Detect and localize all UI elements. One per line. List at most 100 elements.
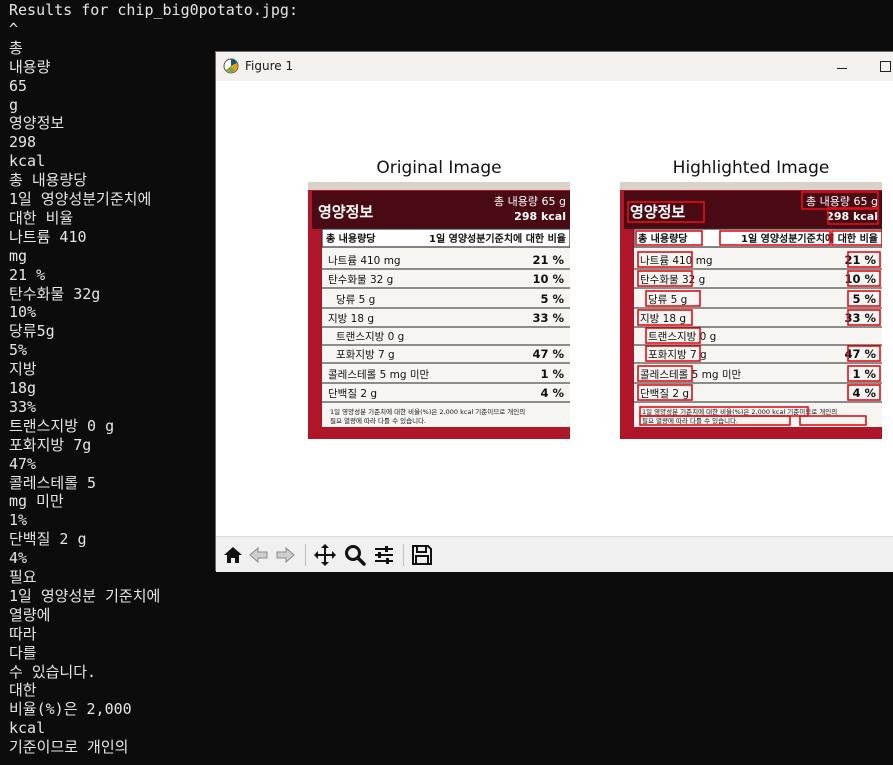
- terminal-line: 1%: [9, 511, 28, 530]
- terminal-line: 내용량: [9, 57, 51, 76]
- original-image-title: Original Image: [376, 158, 502, 178]
- terminal-line: 탄수화물 32g: [9, 284, 101, 303]
- label-footnote-2: 필요 열량에 따라 다를 수 있습니다.: [642, 416, 738, 425]
- terminal-line: 다를: [9, 643, 37, 662]
- label-row-pct: 21 %: [532, 253, 564, 267]
- terminal-line: 비율(%)은 2,000: [9, 700, 132, 719]
- label-row-pct: 33 %: [532, 311, 564, 325]
- original-image: 영양정보 총 내용량 65 g 298 kcal 총 내용량당 1일 영양성분기준치에 …: [308, 182, 570, 439]
- label-row-name: 탄수화물 32 g: [328, 274, 393, 286]
- label-total-text: 총 내용량 65 g: [806, 195, 878, 208]
- label-row-pct: 47 %: [532, 347, 564, 361]
- label-footnote-2: 필요 열량에 따라 다를 수 있습니다.: [330, 416, 426, 425]
- terminal-line: 콜레스테롤 5: [9, 473, 97, 492]
- matplotlib-app-icon: [222, 57, 240, 75]
- back-icon[interactable]: [247, 543, 271, 567]
- label-row-name: 지방 18 g: [640, 313, 686, 325]
- label-row-pct: 33 %: [844, 311, 876, 325]
- label-row-name: 지방 18 g: [328, 313, 374, 325]
- window-title: Figure 1: [245, 59, 294, 73]
- label-kcal-text: 298 kcal: [826, 210, 878, 223]
- terminal-line: 필요: [9, 568, 37, 586]
- terminal-line: 5%: [9, 341, 28, 360]
- title-bar[interactable]: Figure 1: [216, 52, 893, 81]
- label-footnote-1: 1일 영양성분 기준치에 대한 비율(%)은 2,000 kcal 기준이므로 …: [330, 407, 525, 416]
- terminal-line: 총: [9, 38, 23, 57]
- label-col-left: 총 내용량당: [638, 232, 688, 245]
- terminal-line: 대한: [9, 681, 37, 700]
- label-row-pct: 10 %: [844, 272, 876, 286]
- label-row-pct: 21 %: [844, 253, 876, 267]
- terminal-line: ^: [9, 19, 19, 38]
- terminal-line: 298: [9, 133, 37, 152]
- terminal-line: 지방: [9, 360, 37, 379]
- terminal-line: kcal: [9, 152, 46, 171]
- label-row-name: 나트륨 410 mg: [328, 255, 401, 267]
- label-row-name: 단백질 2 g: [328, 388, 377, 400]
- terminal-line: 1일 영양성분기준치에: [9, 190, 152, 208]
- configure-subplots-icon[interactable]: [372, 543, 396, 567]
- figure-canvas[interactable]: Original Image Highlighted Image 영양정보총 내…: [216, 81, 893, 536]
- terminal-line: 47%: [9, 454, 37, 473]
- label-row-pct: 5 %: [852, 292, 876, 306]
- terminal-line: g: [9, 95, 19, 114]
- terminal-line: 포화지방 7g: [9, 435, 92, 454]
- terminal-line: 기준이므로 개인의: [9, 738, 129, 757]
- label-row-name: 트랜스지방 0 g: [648, 331, 716, 343]
- terminal-line: Results for chip_big0potato.jpg:: [9, 1, 298, 19]
- terminal-line: 10%: [9, 303, 37, 322]
- terminal-line: 21 %: [9, 265, 46, 284]
- pouch-top-strip: [620, 182, 882, 190]
- terminal-line: mg 미만: [9, 492, 64, 511]
- terminal-line: 열량에: [9, 605, 51, 624]
- label-col-right: 1일 영양성분기준치에 대한 비율: [429, 232, 566, 245]
- terminal-line: 대한 비율: [9, 208, 74, 227]
- terminal-line: 18g: [9, 379, 37, 397]
- label-row-name: 나트륨 410 mg: [640, 255, 713, 267]
- navigation-toolbar: [216, 536, 893, 572]
- terminal-line: 따라: [9, 624, 37, 643]
- terminal-line: 트랜스지방 0 g: [9, 416, 115, 435]
- toolbar-separator: [403, 544, 404, 566]
- terminal-line: 당류5g: [9, 322, 55, 341]
- forward-icon[interactable]: [273, 543, 297, 567]
- terminal-line: 33%: [9, 397, 37, 416]
- label-row-name: 단백질 2 g: [640, 388, 689, 400]
- label-col-right: 1일 영양성분기준치에 대한 비율: [741, 232, 878, 245]
- figure-window[interactable]: Figure 1 Original Image Highlighted Imag…: [215, 51, 893, 572]
- highlighted-image: 영양정보 총 내용량 65 g 298 kcal 총 내용량당 1일 영양성분기준치에 …: [620, 182, 882, 439]
- save-icon[interactable]: [410, 543, 434, 567]
- label-header-text: 영양정보: [318, 203, 373, 221]
- label-row-name: 당류 5 g: [336, 294, 375, 306]
- label-row-name: 콜레스테롤 5 mg 미만: [328, 369, 430, 381]
- home-icon[interactable]: [221, 543, 245, 567]
- label-row-pct: 4 %: [540, 386, 564, 400]
- label-row-name: 당류 5 g: [648, 294, 687, 306]
- label-row-pct: 1 %: [540, 367, 564, 381]
- label-row-name: 탄수화물 32 g: [640, 274, 705, 286]
- label-row-pct: 47 %: [844, 347, 876, 361]
- label-row-pct: 10 %: [532, 272, 564, 286]
- maximize-button[interactable]: [874, 58, 893, 76]
- terminal-line: 영양정보: [9, 114, 65, 133]
- toolbar-separator: [305, 544, 306, 566]
- label-row-pct: 5 %: [540, 292, 564, 306]
- label-row-name: 트랜스지방 0 g: [336, 331, 404, 343]
- terminal-line: 단백질 2 g: [9, 530, 87, 549]
- terminal-line: 수 있습니다.: [9, 662, 97, 681]
- label-total-text: 총 내용량 65 g: [494, 195, 566, 208]
- terminal-line: 총 내용량당: [9, 171, 88, 190]
- pouch-top-strip: [308, 182, 570, 190]
- label-col-left: 총 내용량당: [326, 232, 376, 245]
- terminal-line: 4%: [9, 549, 28, 568]
- label-row-name: 포화지방 7 g: [336, 349, 395, 361]
- minimize-button[interactable]: [830, 58, 854, 76]
- terminal-line: 1일 영양성분 기준치에: [9, 586, 161, 605]
- pan-icon[interactable]: [313, 543, 337, 567]
- label-header-text: 영양정보: [630, 203, 685, 221]
- highlighted-image-title: Highlighted Image: [672, 158, 830, 178]
- label-row-pct: 4 %: [852, 386, 876, 400]
- zoom-icon[interactable]: [343, 543, 367, 567]
- terminal-line: 나트륨 410: [9, 227, 87, 246]
- label-row-name: 콜레스테롤 5 mg 미만: [640, 369, 742, 381]
